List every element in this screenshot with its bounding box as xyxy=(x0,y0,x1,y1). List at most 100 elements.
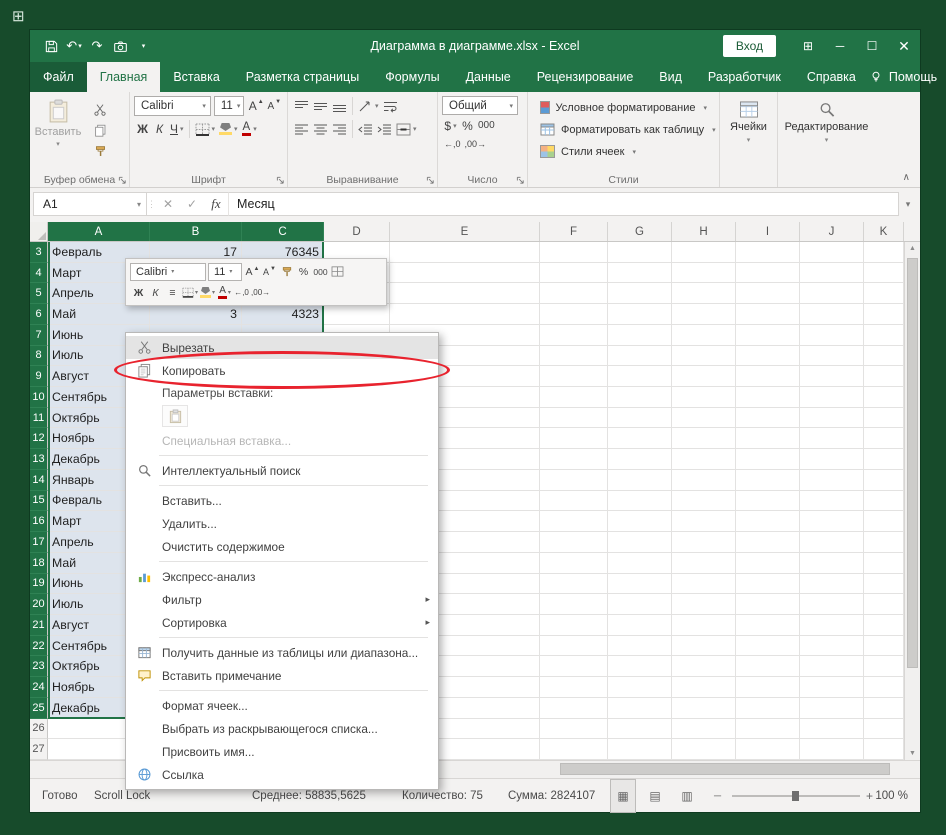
cell-G3[interactable] xyxy=(608,242,672,263)
align-bottom-button[interactable] xyxy=(330,96,349,116)
mini-font-name-select[interactable]: Calibri▾ xyxy=(130,263,206,281)
cell-J10[interactable] xyxy=(800,387,864,408)
cell-J21[interactable] xyxy=(800,615,864,636)
align-center-button[interactable] xyxy=(311,119,330,139)
customize-qat-button[interactable]: ▾ xyxy=(134,36,152,56)
scroll-up-icon[interactable]: ▲ xyxy=(905,245,920,252)
number-dialog-launcher[interactable] xyxy=(516,176,525,185)
cell-K16[interactable] xyxy=(864,511,904,532)
cell-I17[interactable] xyxy=(736,532,800,553)
cell-A6[interactable]: Май xyxy=(48,304,150,325)
cell-H20[interactable] xyxy=(672,594,736,615)
mini-grow-font-button[interactable]: А▲ xyxy=(244,263,261,280)
cell-J26[interactable] xyxy=(800,719,864,740)
cancel-entry-button[interactable]: ✕ xyxy=(156,197,180,211)
cell-J15[interactable] xyxy=(800,491,864,512)
row-header-19[interactable]: 19 xyxy=(30,574,48,595)
menu-item-sort[interactable]: Сортировка▸ xyxy=(126,611,438,634)
cell-J6[interactable] xyxy=(800,304,864,325)
cell-G26[interactable] xyxy=(608,719,672,740)
row-header-8[interactable]: 8 xyxy=(30,346,48,367)
cell-J9[interactable] xyxy=(800,366,864,387)
conditional-formatting-button[interactable]: Условное форматирование▾ xyxy=(532,97,715,118)
cell-H13[interactable] xyxy=(672,449,736,470)
borders-button[interactable]: ▾ xyxy=(193,119,218,139)
select-all-corner[interactable] xyxy=(30,222,48,241)
menu-item-paste-special[interactable]: Специальная вставка... xyxy=(126,429,438,452)
cell-K3[interactable] xyxy=(864,242,904,263)
column-header-D[interactable]: D xyxy=(324,222,390,241)
paste-option-button[interactable] xyxy=(162,405,188,427)
cell-I12[interactable] xyxy=(736,428,800,449)
cell-I20[interactable] xyxy=(736,594,800,615)
cell-K22[interactable] xyxy=(864,636,904,657)
cell-F9[interactable] xyxy=(540,366,608,387)
cell-F3[interactable] xyxy=(540,242,608,263)
cell-K10[interactable] xyxy=(864,387,904,408)
cell-F4[interactable] xyxy=(540,263,608,284)
cell-G9[interactable] xyxy=(608,366,672,387)
cell-H22[interactable] xyxy=(672,636,736,657)
cell-F12[interactable] xyxy=(540,428,608,449)
menu-item-smart-lookup[interactable]: Интеллектуальный поиск xyxy=(126,459,438,482)
mini-font-color-button[interactable]: А▾ xyxy=(216,284,233,301)
cell-G16[interactable] xyxy=(608,511,672,532)
cell-C6[interactable]: 4323 xyxy=(242,304,324,325)
cell-I26[interactable] xyxy=(736,719,800,740)
cell-H8[interactable] xyxy=(672,346,736,367)
cell-F15[interactable] xyxy=(540,491,608,512)
column-header-G[interactable]: G xyxy=(608,222,672,241)
mini-increase-decimal-button[interactable]: ←,0 xyxy=(233,284,250,301)
cell-F21[interactable] xyxy=(540,615,608,636)
cell-H24[interactable] xyxy=(672,677,736,698)
cell-J4[interactable] xyxy=(800,263,864,284)
name-box[interactable]: A1▾ xyxy=(33,192,147,216)
cell-I21[interactable] xyxy=(736,615,800,636)
mini-borders-button[interactable]: ▾ xyxy=(181,284,199,301)
cell-I23[interactable] xyxy=(736,656,800,677)
cell-G27[interactable] xyxy=(608,739,672,760)
align-top-button[interactable] xyxy=(292,96,311,116)
column-header-H[interactable]: H xyxy=(672,222,736,241)
menu-item-filter[interactable]: Фильтр▸ xyxy=(126,588,438,611)
cell-J22[interactable] xyxy=(800,636,864,657)
cell-G13[interactable] xyxy=(608,449,672,470)
cell-H25[interactable] xyxy=(672,698,736,719)
cell-K24[interactable] xyxy=(864,677,904,698)
mini-bold-button[interactable]: Ж xyxy=(130,284,147,301)
insert-function-button[interactable]: fx xyxy=(204,196,228,212)
collapse-ribbon-button[interactable]: ∧ xyxy=(903,172,910,183)
cell-G7[interactable] xyxy=(608,325,672,346)
zoom-level-label[interactable]: 100 % xyxy=(875,779,908,813)
cell-I7[interactable] xyxy=(736,325,800,346)
menu-item-clear-contents[interactable]: Очистить содержимое xyxy=(126,535,438,558)
cell-H18[interactable] xyxy=(672,553,736,574)
cell-E3[interactable] xyxy=(390,242,540,263)
save-button[interactable] xyxy=(42,36,60,56)
merge-center-button[interactable]: ▾ xyxy=(394,119,419,139)
cell-K18[interactable] xyxy=(864,553,904,574)
clipboard-dialog-launcher[interactable] xyxy=(118,176,127,185)
cell-F16[interactable] xyxy=(540,511,608,532)
cell-I10[interactable] xyxy=(736,387,800,408)
cell-F22[interactable] xyxy=(540,636,608,657)
column-header-F[interactable]: F xyxy=(540,222,608,241)
cell-K14[interactable] xyxy=(864,470,904,491)
cell-F27[interactable] xyxy=(540,739,608,760)
menu-item-quick-analysis[interactable]: Экспресс-анализ xyxy=(126,565,438,588)
menu-item-insert-comment[interactable]: Вставить примечание xyxy=(126,664,438,687)
cell-K15[interactable] xyxy=(864,491,904,512)
row-header-21[interactable]: 21 xyxy=(30,615,48,636)
cell-E6[interactable] xyxy=(390,304,540,325)
cell-H9[interactable] xyxy=(672,366,736,387)
row-header-26[interactable]: 26 xyxy=(30,719,48,740)
cell-J27[interactable] xyxy=(800,739,864,760)
row-header-23[interactable]: 23 xyxy=(30,656,48,677)
page-layout-view-button[interactable]: ▤ xyxy=(642,779,668,813)
mini-fill-color-button[interactable]: ▾ xyxy=(199,284,216,301)
cell-J19[interactable] xyxy=(800,574,864,595)
cell-K21[interactable] xyxy=(864,615,904,636)
row-header-5[interactable]: 5 xyxy=(30,283,48,304)
cell-F23[interactable] xyxy=(540,656,608,677)
menu-item-pick-from-list[interactable]: Выбрать из раскрывающегося списка... xyxy=(126,717,438,740)
